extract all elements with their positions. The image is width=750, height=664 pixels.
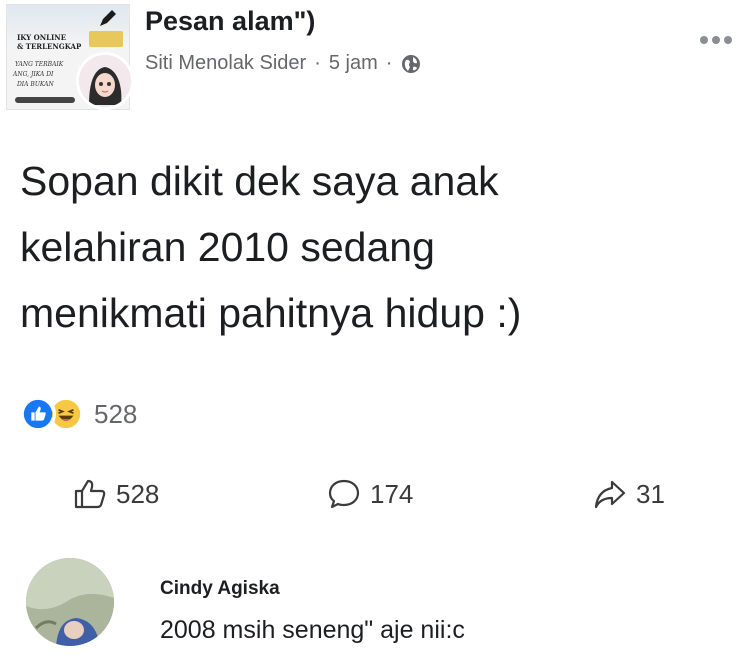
like-icon [20,396,56,432]
group-avatar-bar [15,97,75,103]
comment-count: 174 [370,478,414,509]
meta-separator: · [314,52,321,74]
share-icon [594,480,626,509]
post-time[interactable]: 5 jam [329,52,378,75]
commenter-avatar[interactable] [26,558,114,646]
group-avatar-text-1: IKY ONLINE [17,33,67,42]
group-avatar-text-5: DIA BUKAN [17,81,54,88]
comment-item: Cindy Agiska 2008 msih seneng" aje nii:c [0,548,750,664]
like-count: 528 [116,478,160,509]
comment-icon [328,479,360,509]
group-avatar-text-2: & TERLENGKAP [17,42,82,51]
post-actions: 528 174 31 [0,468,750,520]
share-button[interactable]: 31 [592,468,665,520]
comment-button[interactable]: 174 [326,468,413,520]
pen-icon [100,10,116,26]
author-avatar[interactable] [76,52,134,110]
globe-icon [402,54,421,73]
comment-text: 2008 msih seneng" aje nii:c [160,616,465,644]
thumbs-up-icon [74,479,106,509]
meta-separator-2: · [385,52,393,74]
author-avatar-illustration [79,55,131,107]
reaction-count: 528 [94,398,138,429]
post-title[interactable]: Pesan alam") [145,6,315,37]
like-button[interactable]: 528 [72,468,159,520]
commenter-avatar-photo [26,558,114,646]
commenter-name[interactable]: Cindy Agiska [160,578,280,600]
group-avatar-badge [89,31,123,47]
share-count: 31 [636,478,665,509]
reaction-summary[interactable]: 528 [20,394,137,434]
author-name[interactable]: Siti Menolak Sider [145,52,306,75]
more-options-icon[interactable] [696,30,736,50]
group-avatar-text-4: ANG, JIKA DI [13,71,54,78]
post-meta: Siti Menolak Sider · 5 jam · [145,52,422,75]
group-avatar-text-3: YANG TERBAIK [15,61,64,68]
post-header: IKY ONLINE & TERLENGKAP YANG TERBAIK ANG… [0,0,750,120]
post-body-text: Sopan dikit dek saya anak kelahiran 2010… [20,158,522,336]
